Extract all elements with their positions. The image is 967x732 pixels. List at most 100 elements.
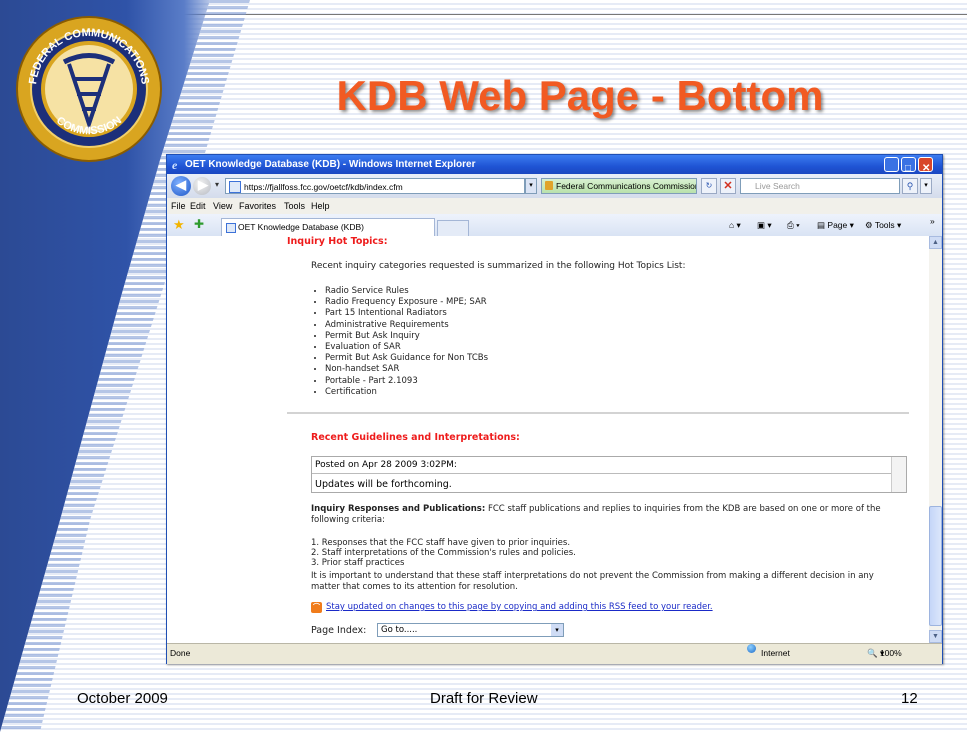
rss-icon[interactable]: ⌒ <box>311 602 322 613</box>
status-bar: Done Internet 🔍 100% ▾ <box>167 643 942 664</box>
footer-page-number: 12 <box>901 690 918 707</box>
address-dropdown-icon[interactable]: ▾ <box>525 178 537 194</box>
hot-topic-item: Non-handset SAR <box>325 364 488 375</box>
menu-bar: File Edit View Favorites Tools Help <box>167 198 942 214</box>
page-menu-button[interactable]: ▤ Page ▾ <box>817 218 854 232</box>
updates-text: Updates will be forthcoming. <box>315 479 452 490</box>
footer-draft: Draft for Review <box>430 690 538 707</box>
textbox-scrollbar[interactable] <box>891 457 906 492</box>
home-icon[interactable]: ⌂ ▾ <box>729 218 741 232</box>
tab-bar: ★ ✚ OET Knowledge Database (KDB) ⌂ ▾ ▣ ▾… <box>167 214 942 237</box>
tab-page-icon <box>226 223 236 233</box>
forward-button[interactable]: ▶ <box>193 177 211 195</box>
hot-topic-item: Radio Frequency Exposure - MPE; SAR <box>325 297 488 308</box>
refresh-button[interactable]: ↻ <box>701 178 717 194</box>
scrollbar-thumb[interactable] <box>929 506 942 626</box>
page-menu-label: Page <box>827 220 848 230</box>
status-text: Done <box>170 648 191 658</box>
menu-view[interactable]: View <box>213 198 232 214</box>
menu-edit[interactable]: Edit <box>190 198 206 214</box>
menu-help[interactable]: Help <box>311 198 330 214</box>
guidelines-textbox[interactable]: Posted on Apr 28 2009 3:02PM: Updates wi… <box>311 456 907 493</box>
zoom-value: 100% <box>879 648 902 658</box>
hot-topic-item: Radio Service Rules <box>325 286 488 297</box>
security-certificate-badge[interactable]: Federal Communications Commission [US] <box>541 178 697 194</box>
page-index-value: Go to..... <box>381 625 418 635</box>
browser-window: e OET Knowledge Database (KDB) - Windows… <box>166 154 943 664</box>
hot-topic-item: Certification <box>325 387 488 398</box>
cert-label: Federal Communications Commission [US] <box>556 181 697 191</box>
address-row: ◀ ▶ ▾ https://fjallfoss.fcc.gov/oetcf/kd… <box>167 174 942 198</box>
hot-topic-item: Administrative Requirements <box>325 320 488 331</box>
stop-button[interactable]: ✕ <box>720 178 736 194</box>
search-options-dropdown-icon[interactable]: ▾ <box>920 178 932 194</box>
hot-topic-item: Part 15 Intentional Radiators <box>325 308 488 319</box>
favorites-star-icon[interactable]: ★ <box>173 217 185 233</box>
guidelines-heading: Recent Guidelines and Interpretations: <box>311 432 520 443</box>
search-placeholder: Live Search <box>755 181 800 191</box>
search-icon[interactable]: ⚲ <box>902 178 918 194</box>
criteria-item: 1. Responses that the FCC staff have giv… <box>311 538 571 548</box>
tools-menu-button[interactable]: ⚙ Tools ▾ <box>865 218 901 232</box>
scroll-up-button[interactable]: ▲ <box>929 236 942 249</box>
ie-logo-icon: e <box>172 158 178 170</box>
address-url: https://fjallfoss.fcc.gov/oetcf/kdb/inde… <box>244 182 403 192</box>
rss-feed-link[interactable]: Stay updated on changes to this page by … <box>326 602 713 612</box>
fcc-seal-logo: FEDERAL COMMUNICATIONS COMMISSION <box>16 16 162 162</box>
page-content: Inquiry Hot Topics: Recent inquiry categ… <box>167 236 929 643</box>
menu-favorites[interactable]: Favorites <box>239 198 276 214</box>
search-input[interactable]: Live Search <box>740 178 900 194</box>
page-icon <box>229 181 241 193</box>
footer-date: October 2009 <box>77 690 168 707</box>
hot-topic-item: Permit But Ask Guidance for Non TCBs <box>325 353 488 364</box>
lock-icon <box>545 181 553 190</box>
address-bar[interactable]: https://fjallfoss.fcc.gov/oetcf/kdb/inde… <box>225 178 525 194</box>
responses-paragraph: Inquiry Responses and Publications: FCC … <box>311 504 881 514</box>
hot-topic-item: Evaluation of SAR <box>325 342 488 353</box>
posted-date: Posted on Apr 28 2009 3:02PM: <box>312 457 895 474</box>
tab-kdb[interactable]: OET Knowledge Database (KDB) <box>221 218 435 236</box>
top-rule <box>180 14 967 15</box>
menu-file[interactable]: File <box>171 198 186 214</box>
criteria-item: 2. Staff interpretations of the Commissi… <box>311 548 576 558</box>
tools-menu-label: Tools <box>874 220 895 230</box>
tab-label: OET Knowledge Database (KDB) <box>238 222 364 232</box>
back-button[interactable]: ◀ <box>171 176 191 196</box>
window-title: OET Knowledge Database (KDB) - Windows I… <box>185 159 476 170</box>
section-divider <box>287 412 909 414</box>
hot-topic-item: Permit But Ask Inquiry <box>325 331 488 342</box>
slide-title: KDB Web Page - Bottom <box>336 72 824 119</box>
more-commands-icon[interactable]: » <box>930 214 935 228</box>
responses-line2: following criteria: <box>311 515 385 525</box>
feeds-icon[interactable]: ▣ ▾ <box>757 218 772 232</box>
hot-topic-item: Portable - Part 2.1093 <box>325 376 488 387</box>
page-index-label: Page Index: <box>311 625 367 636</box>
maximize-button[interactable]: □ <box>901 157 916 174</box>
hot-topics-intro: Recent inquiry categories requested is s… <box>311 261 686 271</box>
important-line2: matter that comes to its attention for r… <box>311 582 518 592</box>
important-line1: It is important to understand that these… <box>311 571 874 581</box>
page-index-select[interactable]: Go to..... ▾ <box>377 623 564 637</box>
responses-line1: FCC staff publications and replies to in… <box>485 504 881 514</box>
criteria-list: 1. Responses that the FCC staff have giv… <box>311 538 576 568</box>
minimize-button[interactable]: _ <box>884 157 899 177</box>
vertical-scrollbar[interactable]: ▲ ▼ <box>929 236 942 643</box>
print-icon[interactable]: ⎙ ▾ <box>787 218 800 232</box>
history-dropdown-icon[interactable]: ▾ <box>215 180 219 189</box>
menu-tools[interactable]: Tools <box>284 198 305 214</box>
zone-label: Internet <box>761 648 790 658</box>
responses-bold: Inquiry Responses and Publications: <box>311 504 486 514</box>
criteria-item: 3. Prior staff practices <box>311 558 405 568</box>
chevron-down-icon: ▾ <box>551 624 563 636</box>
slide: FEDERAL COMMUNICATIONS COMMISSION KDB We… <box>0 0 967 732</box>
add-favorites-icon[interactable]: ✚ <box>194 217 204 231</box>
hot-topics-heading: Inquiry Hot Topics: <box>287 236 388 247</box>
internet-zone-icon <box>747 644 756 653</box>
scroll-down-button[interactable]: ▼ <box>929 630 942 643</box>
zoom-level[interactable]: 🔍 100% ▾ <box>867 644 902 663</box>
window-titlebar: e OET Knowledge Database (KDB) - Windows… <box>167 155 942 177</box>
svg-text:e: e <box>172 158 178 170</box>
new-tab-button[interactable] <box>437 220 469 236</box>
hot-topics-list: Radio Service Rules Radio Frequency Expo… <box>311 286 488 398</box>
close-button[interactable]: ✕ <box>918 157 933 174</box>
